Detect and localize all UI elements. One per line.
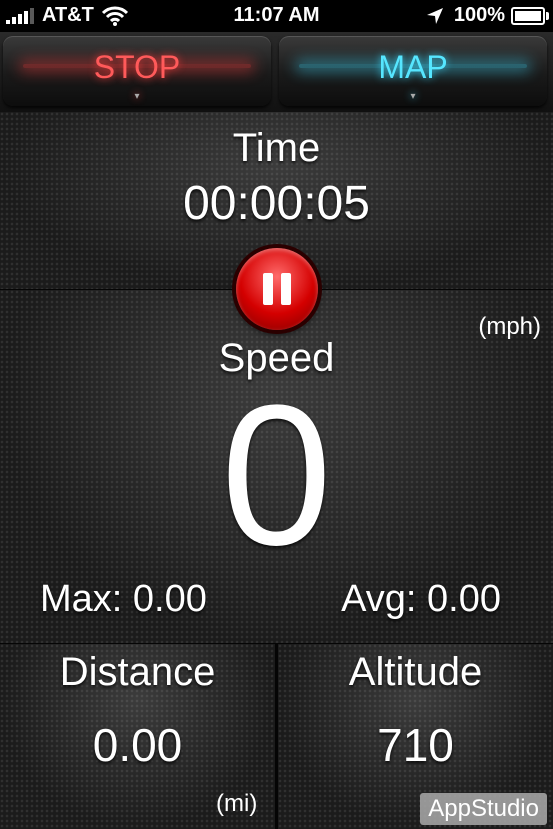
map-button[interactable]: MAP ▾ (279, 36, 547, 106)
pause-button[interactable] (236, 248, 318, 330)
time-label: Time (232, 126, 321, 170)
stop-button-label: STOP (93, 49, 181, 85)
distance-value: 0.00 (92, 719, 183, 771)
battery-level (515, 10, 541, 21)
altitude-label: Altitude (348, 650, 483, 694)
top-toolbar: STOP ▾ MAP ▾ (0, 32, 553, 112)
time-value: 00:00:05 (183, 177, 370, 230)
speed-unit: (mph) (478, 313, 541, 340)
distance-panel: Distance 0.00 (mi) (0, 644, 275, 829)
watermark: AppStudio (420, 793, 547, 825)
distance-unit: (mi) (216, 790, 258, 817)
status-bar: AT&T 11:07 AM 100% (0, 0, 553, 32)
status-right: 100% (426, 4, 549, 27)
map-button-label: MAP (378, 49, 448, 85)
battery-icon (511, 6, 549, 25)
altitude-value: 710 (377, 719, 454, 771)
avg-speed: Avg: 0.00 (341, 578, 501, 620)
speed-panel: Speed 0 Max: 0.00 Avg: 0.00 (0, 290, 553, 644)
speed-value: 0 (220, 364, 333, 587)
pause-icon (281, 273, 291, 305)
location-arrow-icon (426, 7, 443, 24)
chevron-down-icon: ▾ (134, 91, 140, 102)
stop-button[interactable]: STOP ▾ (3, 36, 271, 106)
distance-label: Distance (59, 650, 216, 694)
max-speed: Max: 0.00 (40, 578, 207, 620)
chevron-down-icon: ▾ (410, 91, 416, 102)
pause-icon (263, 273, 273, 305)
battery-percent: 100% (453, 4, 505, 26)
